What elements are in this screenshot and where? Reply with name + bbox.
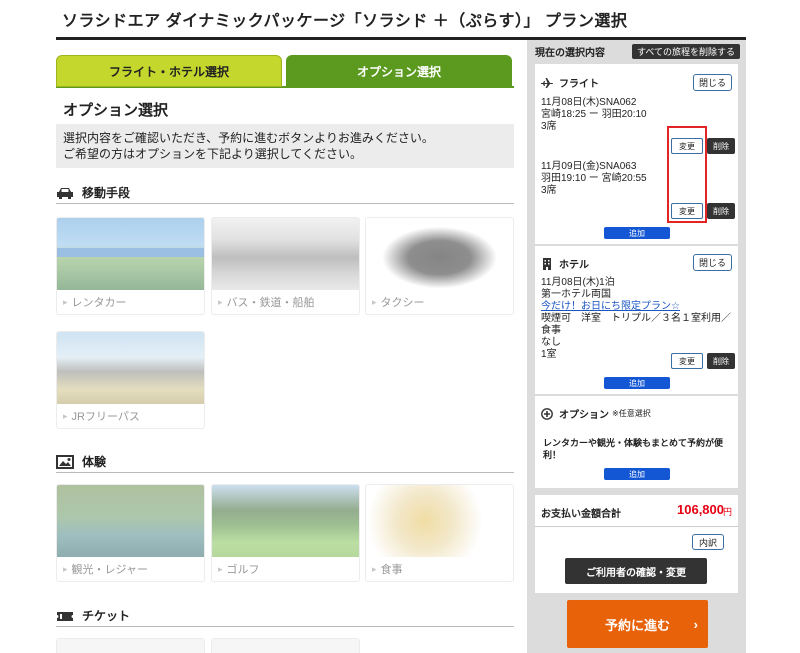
- hotel-meal: なし: [541, 337, 561, 348]
- option-add-button[interactable]: 追加: [604, 468, 670, 480]
- hotel-change-button[interactable]: 変更: [671, 353, 703, 369]
- category-ticket-heading: チケット: [56, 605, 514, 627]
- notice-line: 選択内容をご確認いただき、予約に進むボタンよりお進みください。: [63, 131, 434, 145]
- flight-seats: 3席: [541, 185, 557, 196]
- breakdown-button[interactable]: 内訳: [691, 534, 724, 550]
- sidebar-header-label: 現在の選択内容: [535, 47, 605, 59]
- option-card-dining[interactable]: 食事: [365, 484, 514, 582]
- hotel-details: 11月08日(木)1泊 第一ホテル両国 今だけ！お日にち限定プラン☆ 喫煙可 洋…: [541, 277, 737, 361]
- total-amount: 106,800: [677, 502, 724, 517]
- page-title: ソラシドエア ダイナミックパッケージ「ソラシド ＋（ぷらす）」 プラン選択: [62, 13, 628, 30]
- option-card-label: 観光・レジャー: [57, 557, 204, 581]
- taxi-image: [366, 218, 513, 290]
- option-card-taxi[interactable]: タクシー: [365, 217, 514, 315]
- option-card-bus-rail-ship[interactable]: バス・鉄道・船舶: [211, 217, 360, 315]
- reserve-button-label: 予約に進む: [604, 617, 670, 633]
- option-card-label: レンタカー: [57, 290, 204, 314]
- chevron-right-icon: ›: [693, 616, 698, 632]
- total-label: お支払い金額合計: [541, 509, 621, 520]
- bus-image: [212, 218, 359, 290]
- option-panel-title: オプション ※任意選択: [541, 406, 651, 421]
- building-icon: [543, 257, 551, 270]
- delete-all-button[interactable]: すべての旅程を削除する: [631, 44, 740, 59]
- option-title: オプション: [559, 410, 609, 421]
- option-card-rentacar[interactable]: レンタカー: [56, 217, 205, 315]
- option-card-ticket[interactable]: [56, 638, 205, 653]
- step-tabs: フライト・ホテル選択 オプション選択: [56, 55, 514, 88]
- flight-leg: 11月08日(木)SNA062 宮崎18:25 ー 羽田20:10 3席: [541, 97, 647, 133]
- rentacar-image: [57, 218, 204, 290]
- highlight-box: [667, 126, 707, 223]
- ticket-icon: [57, 611, 73, 621]
- option-card-jr-pass[interactable]: JRフリーパス: [56, 331, 205, 429]
- car-icon: [57, 187, 73, 199]
- hotel-panel: ホテル 閉じる 11月08日(木)1泊 第一ホテル両国 今だけ！お日にち限定プラ…: [535, 246, 738, 394]
- selection-sidebar: 現在の選択内容 すべての旅程を削除する フライト 閉じる 11月08日(木)SN…: [527, 40, 746, 653]
- flight-close-button[interactable]: 閉じる: [692, 74, 732, 91]
- hotel-plan-link[interactable]: 今だけ！お日にち限定プラン☆: [541, 301, 680, 312]
- hotel-title: ホテル: [559, 260, 589, 271]
- hotel-delete-button[interactable]: 削除: [707, 353, 735, 369]
- notice-box: 選択内容をご確認いただき、予約に進むボタンよりお進みください。 ご希望の方はオプ…: [56, 124, 514, 168]
- option-card-golf[interactable]: ゴルフ: [211, 484, 360, 582]
- plus-circle-icon: [541, 407, 553, 420]
- dining-image: [366, 485, 513, 557]
- option-card-label: タクシー: [366, 290, 513, 314]
- option-card-label: バス・鉄道・船舶: [212, 290, 359, 314]
- total-panel: お支払い金額合計 106,800 円 内訳 ご利用者の確認・変更: [535, 495, 738, 593]
- flight-add-button[interactable]: 追加: [604, 227, 670, 239]
- section-title: オプション選択: [63, 102, 169, 119]
- ticket-image: [212, 639, 359, 653]
- flight-leg2-delete-button[interactable]: 削除: [707, 203, 735, 219]
- category-title: 移動手段: [82, 186, 131, 200]
- category-title: チケット: [82, 609, 131, 623]
- sightseeing-image: [57, 485, 204, 557]
- hotel-add-button[interactable]: 追加: [604, 377, 670, 389]
- flight-leg: 11月09日(金)SNA063 羽田19:10 ー 宮崎20:55 3席: [541, 161, 647, 197]
- category-transport-heading: 移動手段: [56, 182, 514, 204]
- option-note: ※任意選択: [612, 409, 651, 418]
- train-image: [57, 332, 204, 404]
- main-content: フライト・ホテル選択 オプション選択 オプション選択 選択内容をご確認いただき、…: [56, 40, 514, 653]
- flight-route: 宮崎18:25 ー 羽田20:10: [541, 109, 647, 120]
- tab-flight-hotel[interactable]: フライト・ホテル選択: [56, 55, 282, 87]
- hotel-date: 11月08日(木)1泊: [541, 277, 615, 288]
- flight-title: フライト: [559, 79, 599, 90]
- hotel-room-type: 喫煙可 洋室 トリプル／３名１室利用／食事: [541, 313, 731, 336]
- flight-date-number: 11月09日(金)SNA063: [541, 161, 637, 172]
- option-promo-text: レンタカーや観光・体験もまとめて予約が便利！: [543, 438, 724, 460]
- flight-panel: フライト 閉じる 11月08日(木)SNA062 宮崎18:25 ー 羽田20:…: [535, 64, 738, 244]
- option-card-label: 食事: [366, 557, 513, 581]
- ticket-image: [57, 639, 204, 653]
- picture-icon: [56, 454, 74, 469]
- option-card-label: ゴルフ: [212, 557, 359, 581]
- category-title: 体験: [82, 455, 107, 469]
- flight-leg1-delete-button[interactable]: 削除: [707, 138, 735, 154]
- flight-seats: 3席: [541, 121, 557, 132]
- user-confirm-button[interactable]: ご利用者の確認・変更: [565, 558, 707, 584]
- tab-option[interactable]: オプション選択: [286, 55, 512, 87]
- category-experience-heading: 体験: [56, 451, 514, 473]
- reserve-button[interactable]: 予約に進む ›: [567, 600, 708, 648]
- option-card-label: JRフリーパス: [57, 404, 204, 428]
- option-panel: オプション ※任意選択 レンタカーや観光・体験もまとめて予約が便利！ 追加: [535, 396, 738, 488]
- option-card-ticket[interactable]: [211, 638, 360, 653]
- golf-image: [212, 485, 359, 557]
- hotel-name: 第一ホテル両国: [541, 289, 611, 300]
- hotel-panel-title: ホテル: [541, 256, 589, 271]
- flight-route: 羽田19:10 ー 宮崎20:55: [541, 173, 647, 184]
- total-divider: [535, 526, 738, 527]
- notice-line: ご希望の方はオプションを下記より選択してください。: [63, 147, 363, 161]
- airplane-icon: [541, 77, 553, 88]
- flight-date-number: 11月08日(木)SNA062: [541, 97, 637, 108]
- hotel-close-button[interactable]: 閉じる: [692, 254, 732, 271]
- flight-panel-title: フライト: [541, 75, 599, 90]
- option-card-sightseeing[interactable]: 観光・レジャー: [56, 484, 205, 582]
- total-unit: 円: [722, 507, 732, 517]
